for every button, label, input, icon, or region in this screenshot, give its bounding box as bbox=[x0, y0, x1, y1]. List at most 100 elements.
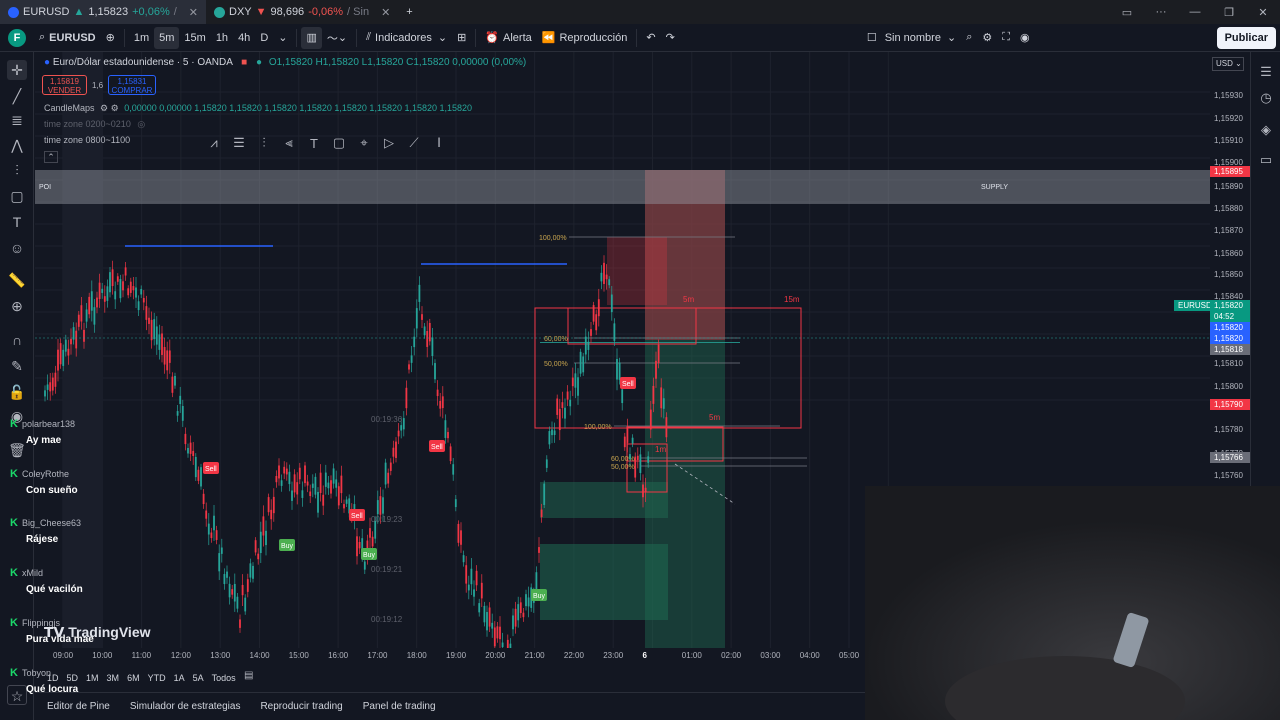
candle-body bbox=[223, 574, 226, 585]
indicator-timezone-1[interactable]: time zone 0200~0210 ◎ bbox=[44, 119, 145, 130]
price-axis[interactable]: 1,15930 1,15920 1,15910 1,15900 1,15890 1,158… bbox=[1174, 52, 1250, 492]
close-window-icon[interactable]: ✕ bbox=[1246, 6, 1280, 19]
emoji-icon[interactable]: ☺ bbox=[7, 238, 27, 258]
range-5a[interactable]: 5A bbox=[193, 673, 204, 683]
watchlist-icon[interactable]: ☰ bbox=[1257, 64, 1275, 82]
quick-search-button[interactable]: ⌕ bbox=[961, 27, 977, 49]
symbol-search-button[interactable]: ⌕ EURUSD bbox=[34, 27, 101, 49]
collapse-legend-button[interactable]: ⌃ bbox=[44, 151, 58, 163]
interval-15m[interactable]: 15m bbox=[179, 27, 210, 49]
trend-line-icon[interactable]: ╱ bbox=[7, 86, 27, 106]
minimize-icon[interactable]: — bbox=[1178, 6, 1212, 18]
candle-body bbox=[246, 579, 249, 592]
price-badge-blue1: 1,15820 bbox=[1210, 322, 1250, 333]
candle-body bbox=[512, 615, 514, 630]
text-icon[interactable]: T bbox=[304, 136, 324, 151]
maximize-icon[interactable]: ❐ bbox=[1212, 6, 1246, 19]
tab-trading-panel[interactable]: Panel de trading bbox=[363, 701, 436, 712]
settings-button[interactable]: ⚙ bbox=[977, 27, 997, 49]
candle-body bbox=[181, 406, 184, 421]
replay-button[interactable]: ⏪ Reproducción bbox=[537, 27, 633, 49]
indicator-candlemaps[interactable]: CandleMaps ⚙ ⚙ 0,00000 0,00000 1,15820 1… bbox=[44, 103, 472, 114]
candle-body bbox=[449, 446, 452, 462]
lock-icon[interactable]: 🔓 bbox=[7, 382, 27, 402]
range-3m[interactable]: 3M bbox=[107, 673, 120, 683]
crosshair-icon[interactable]: ✛ bbox=[7, 60, 27, 80]
screen-icon[interactable]: ▭ bbox=[1110, 6, 1144, 19]
chat-icon[interactable]: ▭ bbox=[1257, 152, 1275, 170]
sell-price: 1,15819 bbox=[50, 77, 79, 86]
pencil-lock-icon[interactable]: ✎ bbox=[7, 356, 27, 376]
pitchfork-icon[interactable]: ⫶ bbox=[254, 135, 274, 151]
channel-icon[interactable]: ⫷ bbox=[279, 135, 299, 151]
interval-1h[interactable]: 1h bbox=[211, 27, 233, 49]
range-5d[interactable]: 5D bbox=[67, 673, 79, 683]
range-1a[interactable]: 1A bbox=[174, 673, 185, 683]
forecast-icon[interactable]: ⫶ bbox=[7, 160, 27, 180]
interval-d[interactable]: D bbox=[255, 27, 273, 49]
pin-icon[interactable]: ⌖ bbox=[354, 135, 374, 151]
interval-5m[interactable]: 5m bbox=[154, 26, 180, 49]
trend-icon[interactable]: ⩘ bbox=[204, 135, 224, 151]
close-icon[interactable]: ✕ bbox=[189, 6, 198, 19]
layout-name-button[interactable]: ☐ Sin nombre ⌄ bbox=[862, 27, 961, 49]
candle-body bbox=[220, 547, 223, 554]
candle-body bbox=[644, 487, 647, 493]
alert-button[interactable]: ⏰ Alerta bbox=[480, 27, 536, 49]
fib-retracement-icon[interactable]: ☰ bbox=[229, 135, 249, 151]
time-axis[interactable]: 09:00 10:00 11:00 12:00 13:00 14:00 15:00 16:00… bbox=[35, 648, 865, 664]
candle-body bbox=[257, 553, 260, 560]
replay-label: Reproducción bbox=[559, 31, 628, 44]
interval-dropdown[interactable]: ⌄ bbox=[273, 27, 292, 49]
indicator-timezone-2[interactable]: time zone 0800~1100 bbox=[44, 135, 130, 145]
tab-dxy[interactable]: DXY ▼ 98,696 -0,06% / Sin ✕ bbox=[206, 0, 398, 24]
range-ytd[interactable]: YTD bbox=[148, 673, 166, 683]
tab-replay-trading[interactable]: Reproducir trading bbox=[260, 701, 342, 712]
buy-button[interactable]: 1,15831 COMPRAR bbox=[108, 75, 156, 95]
ruler-icon[interactable]: 📏 bbox=[7, 270, 27, 290]
fullscreen-button[interactable]: ⛶ bbox=[997, 27, 1015, 49]
line-icon[interactable]: ⟋ bbox=[404, 135, 424, 151]
range-1m[interactable]: 1M bbox=[86, 673, 99, 683]
close-icon[interactable]: ✕ bbox=[381, 6, 390, 19]
calendar-icon[interactable]: ▤ bbox=[244, 670, 253, 681]
text-icon[interactable]: T bbox=[7, 212, 27, 232]
fib-level-label: 100,00% bbox=[539, 235, 567, 242]
compare-button[interactable]: ⊕ bbox=[101, 27, 120, 49]
play-icon[interactable]: ▷ bbox=[379, 135, 399, 151]
clock-icon[interactable]: ◷ bbox=[1257, 90, 1275, 108]
tab-eurusd[interactable]: EURUSD ▲ 1,15823 +0,06% / ✕ bbox=[0, 0, 207, 24]
candle-body bbox=[340, 475, 343, 494]
fib-icon[interactable]: ≣ bbox=[7, 110, 27, 130]
candle-body bbox=[647, 456, 650, 463]
signal-label: Sell bbox=[351, 513, 363, 520]
candle-body bbox=[272, 496, 275, 514]
undo-button[interactable]: ↶ bbox=[641, 27, 660, 49]
cursor-text-icon[interactable]: Ⅰ bbox=[429, 135, 449, 151]
snapshot-button[interactable]: ◉ bbox=[1015, 27, 1035, 49]
tab-pine-editor[interactable]: Editor de Pine bbox=[47, 701, 110, 712]
shapes-icon[interactable]: ▢ bbox=[7, 186, 27, 206]
range-1d[interactable]: 1D bbox=[47, 673, 59, 683]
range-todos[interactable]: Todos bbox=[212, 673, 236, 683]
candle-body bbox=[116, 276, 119, 282]
avatar[interactable]: F bbox=[8, 28, 26, 47]
interval-1m[interactable]: 1m bbox=[129, 27, 154, 49]
layers-icon[interactable]: ◈ bbox=[1257, 122, 1275, 140]
sell-button[interactable]: 1,15819 VENDER bbox=[42, 75, 87, 95]
magnet-icon[interactable]: ∩ bbox=[7, 330, 27, 350]
redo-button[interactable]: ↷ bbox=[661, 27, 680, 49]
line-tool-button[interactable]: 〜 ⌄ bbox=[322, 27, 352, 49]
indicators-button[interactable]: ⫽ Indicadores ⌄ bbox=[361, 27, 452, 49]
more-icon[interactable]: ··· bbox=[1144, 6, 1178, 18]
range-6m[interactable]: 6M bbox=[127, 673, 140, 683]
pattern-icon[interactable]: ⋀ bbox=[7, 135, 27, 155]
rectangle-icon[interactable]: ▢ bbox=[329, 135, 349, 151]
tab-strategy-tester[interactable]: Simulador de estrategias bbox=[130, 701, 241, 712]
candle-type-button[interactable]: ▥ bbox=[301, 26, 322, 49]
new-tab-button[interactable]: + bbox=[398, 0, 420, 24]
zoom-icon[interactable]: ⊕ bbox=[7, 296, 27, 316]
interval-4h[interactable]: 4h bbox=[233, 27, 255, 49]
layouts-button[interactable]: ⊞ bbox=[452, 27, 471, 49]
publish-button[interactable]: Publicar bbox=[1216, 26, 1276, 49]
